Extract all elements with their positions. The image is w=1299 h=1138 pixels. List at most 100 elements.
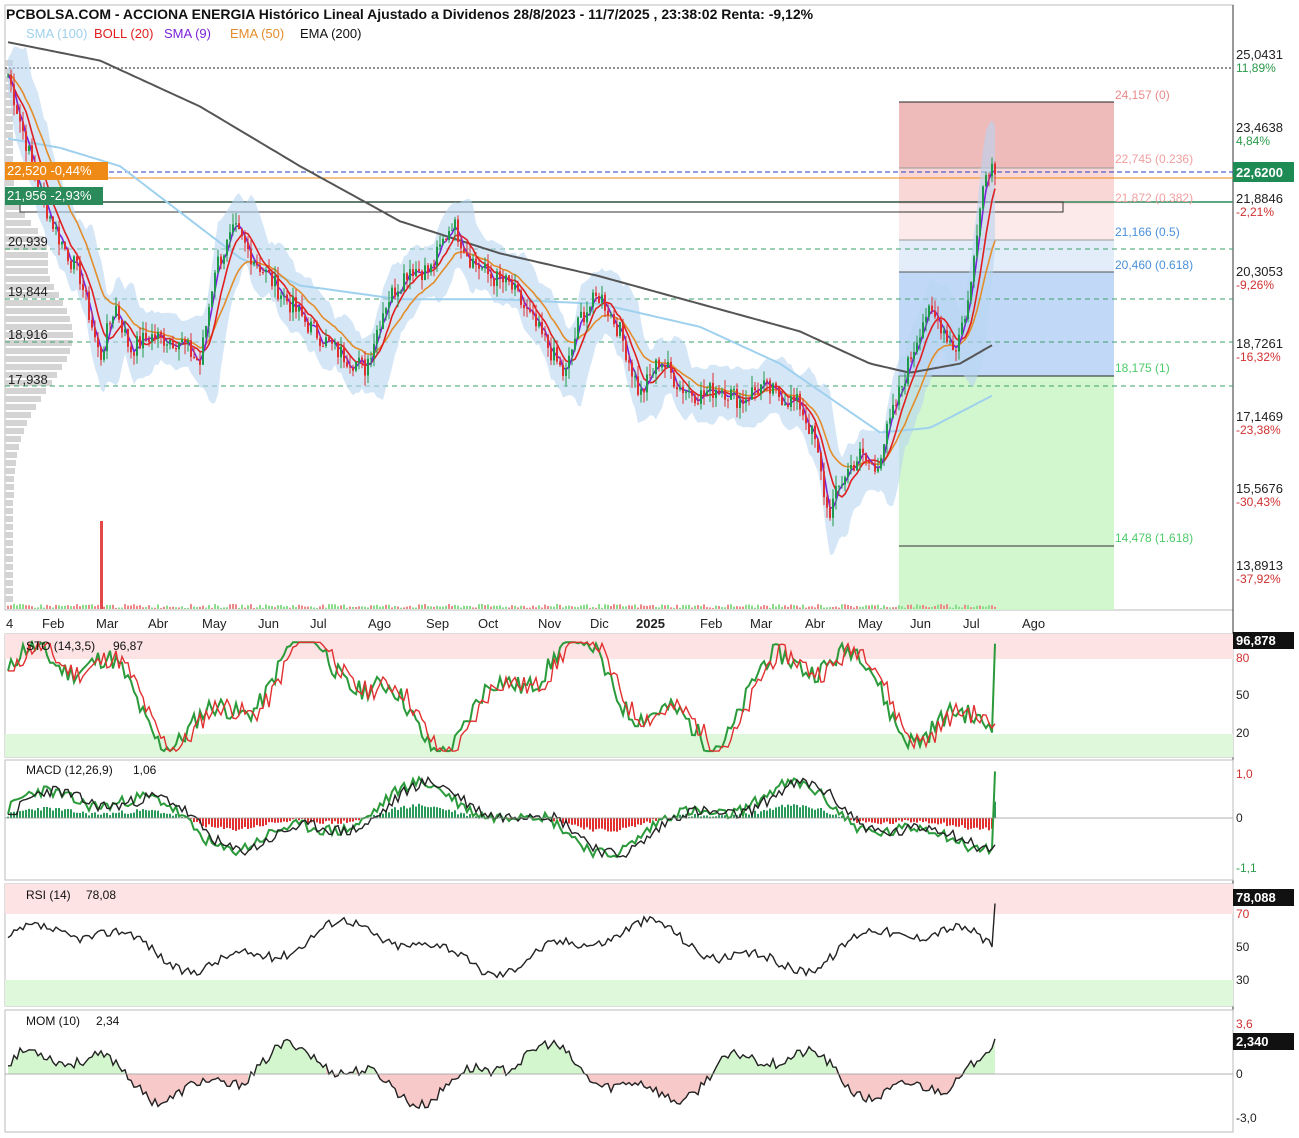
mom-fill	[617, 1074, 620, 1085]
volume-bar	[61, 606, 63, 609]
volume-bar	[493, 605, 495, 609]
candle-body	[277, 275, 279, 300]
macd-histogram-bar	[871, 818, 873, 823]
volume-bar	[487, 604, 489, 609]
macd-histogram-bar	[229, 818, 231, 829]
mom-fill	[533, 1050, 536, 1074]
time-label: Jun	[258, 616, 279, 631]
candle-body	[592, 292, 594, 307]
volume-profile-bar	[5, 260, 48, 266]
candle-body	[889, 418, 891, 424]
mom-fill	[986, 1052, 989, 1074]
candle-body	[649, 374, 651, 376]
mom-fill	[23, 1051, 26, 1074]
macd-histogram-bar	[979, 818, 981, 830]
volume-bar	[748, 604, 750, 609]
volume-bar	[598, 604, 600, 609]
candle-body	[937, 316, 939, 321]
volume-bar	[727, 604, 729, 609]
candle-body	[253, 262, 255, 265]
volume-bar	[643, 605, 645, 609]
volume-bar	[109, 605, 111, 609]
candle-body	[616, 324, 618, 336]
volume-bar	[652, 604, 654, 609]
macd-histogram-bar	[934, 818, 936, 824]
volume-bar	[355, 607, 357, 609]
macd-histogram-bar	[460, 812, 462, 818]
candle-body	[406, 273, 408, 281]
candle-body	[10, 74, 12, 85]
volume-bar	[667, 604, 669, 609]
macd-histogram-bar	[322, 818, 324, 824]
pct-tick-3: -2,21%	[1236, 205, 1274, 219]
macd-histogram-bar	[721, 815, 723, 818]
volume-bar	[292, 605, 294, 609]
volume-bar	[106, 605, 108, 609]
candle-body	[994, 163, 996, 175]
mom-fill	[548, 1045, 551, 1074]
rsi-value: 78,08	[86, 888, 116, 902]
volume-bar	[694, 605, 696, 609]
volume-bar	[928, 607, 930, 609]
candle-body	[352, 367, 354, 371]
candle-body	[205, 326, 207, 338]
volume-bar	[112, 604, 114, 609]
vp-level-3: 18,916	[8, 327, 48, 342]
volume-bar	[790, 604, 792, 609]
mom-fill	[401, 1074, 404, 1097]
candle-body	[796, 393, 798, 401]
volume-bar	[781, 606, 783, 609]
candle-body	[667, 361, 669, 368]
volume-bar	[970, 607, 972, 609]
candle-body	[421, 271, 423, 281]
volume-bar	[898, 605, 900, 609]
candle-body	[7, 74, 9, 76]
volume-bar	[724, 607, 726, 609]
volume-profile-bar	[5, 596, 13, 602]
candle-body	[355, 361, 357, 371]
macd-histogram-bar	[151, 809, 153, 818]
volume-bar	[313, 607, 315, 609]
volume-bar	[904, 607, 906, 609]
volume-bar	[145, 607, 147, 609]
macd-histogram-bar	[874, 818, 876, 823]
volume-bar	[988, 605, 990, 609]
mom-fill	[176, 1074, 179, 1092]
volume-bar	[787, 606, 789, 609]
volume-bar	[607, 604, 609, 609]
candle-body	[100, 347, 102, 360]
volume-bar	[433, 606, 435, 609]
volume-profile-bar	[5, 468, 15, 474]
macd-histogram-bar	[832, 814, 834, 818]
candle-body	[985, 175, 987, 187]
candle-body	[301, 306, 303, 316]
candle-body	[370, 358, 372, 360]
candle-body	[469, 255, 471, 268]
volume-profile-bar	[5, 180, 14, 186]
macd-histogram-bar	[967, 818, 969, 830]
sto-badge-text: 96,878	[1236, 633, 1276, 648]
sto-oversold-zone	[5, 734, 1233, 757]
macd-histogram-bar	[583, 818, 585, 830]
candle-body	[484, 263, 486, 269]
macd-histogram-bar	[247, 818, 249, 829]
candle-body	[400, 290, 402, 292]
candle-body	[85, 289, 87, 292]
macd-histogram-bar	[988, 818, 990, 831]
volume-bar	[985, 606, 987, 609]
macd-histogram-bar	[22, 810, 24, 818]
candle-body	[892, 404, 894, 419]
macd-histogram-bar	[73, 812, 75, 818]
candle-body	[745, 399, 747, 403]
volume-bar	[337, 606, 339, 609]
macd-histogram-bar	[469, 814, 471, 818]
macd-histogram-bar	[136, 809, 138, 818]
volume-bar	[22, 604, 24, 609]
volume-bar	[379, 606, 381, 609]
candle-body	[814, 425, 816, 440]
candle-body	[802, 409, 804, 416]
volume-bar	[913, 607, 915, 609]
candle-body	[751, 387, 753, 400]
candle-body	[499, 271, 501, 278]
macd-histogram-bar	[271, 818, 273, 823]
